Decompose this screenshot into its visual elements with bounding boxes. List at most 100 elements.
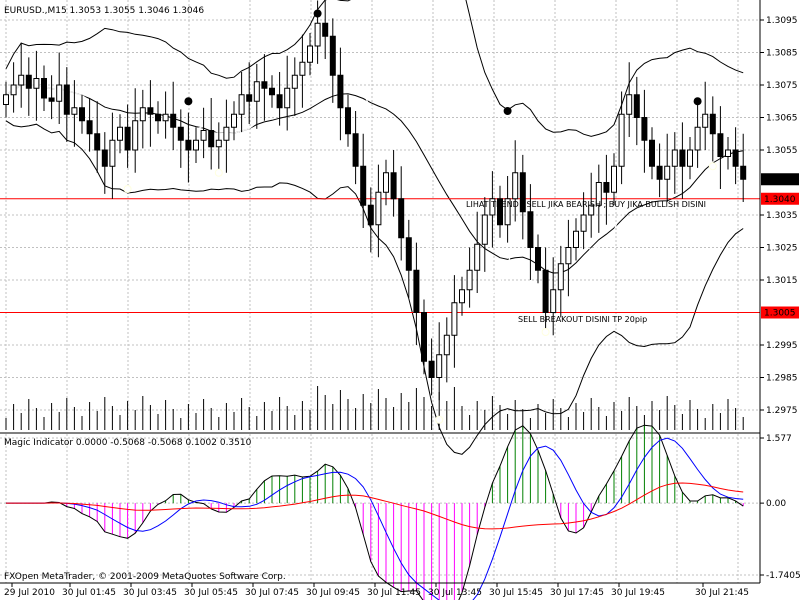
pane-separator[interactable] [0,432,760,434]
candle-body [466,269,473,291]
candle-body [215,139,222,148]
candle-body [367,204,374,226]
signal-dot [693,97,702,106]
copyright-text: FXOpen MetaTrader, © 2001-2009 MetaQuote… [4,572,286,582]
symbol-header: EURUSD.,M15 1.3053 1.3055 1.3046 1.3046 [4,6,204,16]
candle-body [474,243,481,271]
candle-body [185,139,192,151]
candle-body [702,113,709,128]
candle-body [709,113,716,135]
signal-dot [184,97,193,106]
candle-body [687,149,693,167]
x-tick-label: 30 Jul 05:45 [184,588,238,598]
candle-body [276,94,283,109]
candle-body [269,87,275,96]
signal-dot [313,9,322,18]
candle-body [48,97,55,102]
y-tick-label: 1.3095 [766,16,798,26]
trend-annotation: LIHAT TREND : SELL JIKA BEARISH ; BUY JI… [466,200,706,209]
x-tick-label: 30 Jul 21:45 [695,588,749,598]
x-tick-label: 30 Jul 11:45 [367,588,421,598]
x-tick-label: 30 Jul 03:45 [123,588,177,598]
candle-body [649,139,655,167]
candle-body [573,230,579,248]
candle-body [527,211,534,248]
x-tick-label: 30 Jul 07:45 [245,588,299,598]
indicator-header: Magic Indicator 0.0000 -0.5068 -0.5068 0… [4,438,252,448]
signal-dot [708,162,717,171]
candle-body [679,149,686,167]
y-tick-label: 1.3065 [766,114,798,124]
current-price-label: 1.3046 [764,175,796,185]
candle-body [291,74,298,89]
candle-body [664,165,671,180]
candle-body [656,165,663,180]
candle-body [155,113,161,122]
candle-body [86,120,93,135]
signal-dot [435,415,444,424]
candle-body [193,139,199,151]
candle-body [337,74,344,109]
candle-body [565,247,572,265]
candle-body [717,133,724,157]
candle-body [253,81,260,102]
candle-body [732,149,739,167]
candle-body [451,302,458,336]
candle-body [18,74,25,86]
candle-body [94,133,101,151]
chart-area[interactable]: 1.3095 1.3085 1.3075 1.3065 1.3055 1.3035 1.30… [0,0,800,600]
candle-body [550,289,557,313]
candle-body [200,130,207,141]
candle-body [56,84,63,102]
x-tick-label: 30 Jul 01:45 [62,588,116,598]
candle-body [694,126,701,151]
x-tick-label: 30 Jul 09:45 [306,588,360,598]
candle-body [360,165,367,206]
signal-dot [214,168,223,177]
candle-body [329,35,336,76]
candle-body [345,107,351,135]
candle-body [352,133,359,167]
candle-body [41,78,47,99]
candle-body [436,354,443,378]
candle-body [101,149,108,167]
candle-body [162,113,169,122]
candle-body [618,113,625,167]
signal-dot [541,328,550,336]
x-tick-label: 29 Jul 2010 [4,588,55,598]
candle-body [314,22,321,47]
candle-body [246,94,253,102]
candle-body [170,113,177,128]
candle-body [725,149,731,157]
candle-body [641,117,648,141]
candle-body [71,107,78,115]
candle-body [25,74,32,89]
y-tick-label: -1.7405 [766,571,800,581]
x-tick-label: 30 Jul 13:45 [428,588,482,598]
signal-dot [123,185,132,193]
candle-body [208,130,215,148]
candle-body [611,165,617,193]
candle-body [512,172,519,200]
y-tick-label: 1.3015 [766,276,798,286]
candle-body [481,214,488,245]
price-tag-label: 1.3005 [764,309,796,319]
candle-body [177,126,184,141]
candle-body [390,172,397,200]
y-tick-label: 0.00 [766,499,786,509]
candle-body [284,87,291,109]
y-tick-label: 1.577 [766,434,792,444]
candle-body [63,84,70,115]
candle-body [322,22,329,37]
candle-body [398,198,405,239]
candle-body [147,107,154,115]
x-tick-label: 30 Jul 17:45 [550,588,604,598]
y-tick-label: 1.2975 [766,406,798,416]
y-tick-label: 1.2995 [766,341,798,351]
candle-body [459,289,465,304]
candle-body [383,172,389,193]
candle-body [375,191,382,226]
candle-body [299,61,306,76]
y-tick-label: 1.2985 [766,374,798,384]
candle-body [421,312,427,362]
